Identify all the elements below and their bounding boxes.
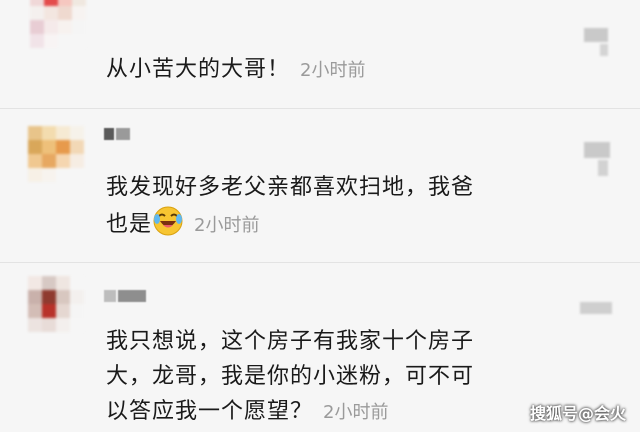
- username-blurred[interactable]: [104, 128, 134, 140]
- avatar[interactable]: [28, 276, 84, 332]
- laughing-tears-emoji-icon: [152, 205, 184, 237]
- comment-content-line-2: 也是: [106, 212, 153, 237]
- comment-time: 2小时前: [323, 402, 389, 423]
- comment-text: 我只想说，这个房子有我家十个房子 大，龙哥，我是你的小迷粉，可不可 以答应我一个…: [106, 324, 576, 430]
- comment-time: 2小时前: [300, 60, 366, 81]
- avatar[interactable]: [30, 0, 86, 48]
- divider: [0, 108, 640, 109]
- comment-content: 从小苦大的大哥！: [106, 57, 291, 82]
- comment-text: 从小苦大的大哥！ 2小时前: [106, 52, 576, 88]
- comment-content-line-2: 大，龙哥，我是你的小迷粉，可不可: [106, 364, 475, 389]
- username-blurred[interactable]: [104, 290, 148, 302]
- comment-content-line-1: 我只想说，这个房子有我家十个房子: [106, 329, 475, 354]
- watermark: 搜狐号@会火: [529, 404, 626, 423]
- like-icon[interactable]: [580, 300, 614, 316]
- comment-content-line-3: 以答应我一个愿望？: [106, 399, 314, 424]
- comment-content-line-1: 我发现好多老父亲都喜欢扫地，我爸: [106, 175, 475, 200]
- divider: [0, 262, 640, 263]
- comment-text: 我发现好多老父亲都喜欢扫地，我爸 也是 2小时前: [106, 170, 576, 243]
- like-icon[interactable]: [584, 142, 612, 186]
- avatar[interactable]: [28, 126, 88, 182]
- comment-time: 2小时前: [194, 215, 260, 236]
- like-icon[interactable]: [582, 28, 610, 62]
